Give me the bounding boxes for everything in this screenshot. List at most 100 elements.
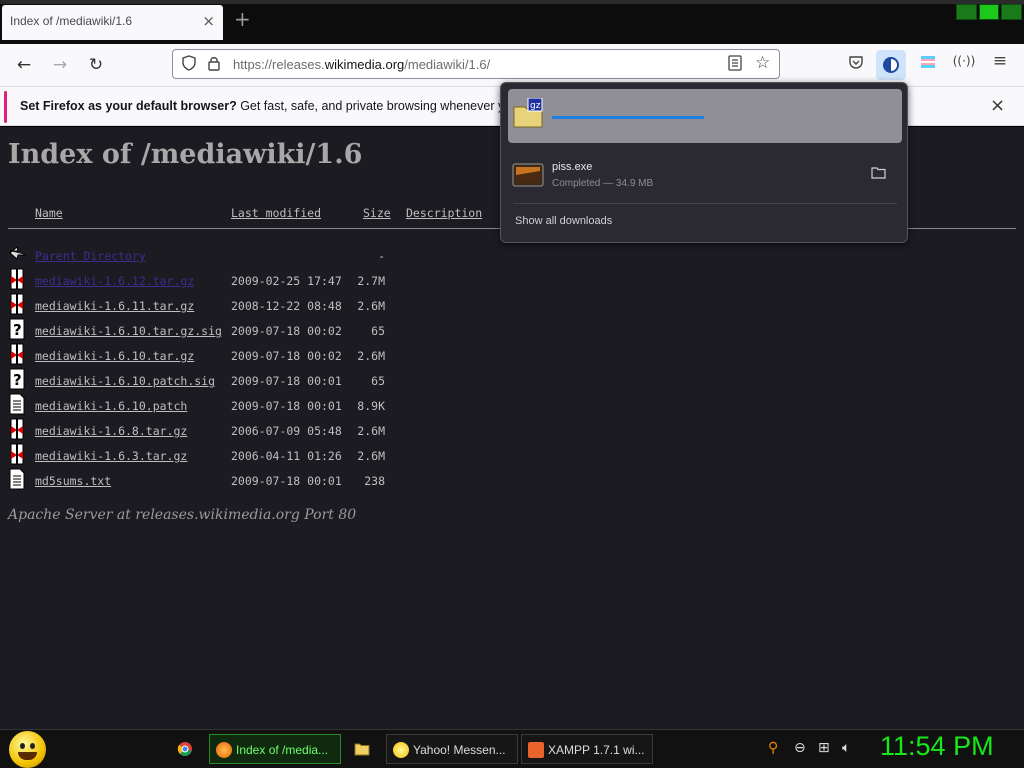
chrome-icon[interactable] — [177, 734, 197, 764]
file-link[interactable]: mediawiki-1.6.12.tar.gz — [35, 274, 194, 288]
xampp-icon — [528, 742, 544, 758]
back-icon[interactable]: ← — [12, 54, 36, 76]
close-window-button[interactable] — [1001, 4, 1023, 20]
file-link[interactable]: mediawiki-1.6.10.tar.gz.sig — [35, 324, 222, 338]
taskbar-item-yahoo-messenger[interactable]: Yahoo! Messen... — [386, 734, 518, 764]
smiley-eye — [20, 743, 25, 749]
archive-icon[interactable] — [8, 443, 26, 465]
table-row: mediawiki-1.6.8.tar.gz 2006-07-09 05:48 2.… — [0, 418, 1024, 442]
table-row: ? mediawiki-1.6.10.patch.sig 2009-07-18 00… — [0, 368, 1024, 392]
folder-icon[interactable] — [871, 166, 886, 183]
table-row: mediawiki-1.6.10.patch 2009-07-18 00:01 8.… — [0, 393, 1024, 417]
divider — [513, 203, 897, 204]
notification-message: Set Firefox as your default browser? Get… — [20, 99, 535, 113]
file-modified: 2006-07-09 05:48 — [231, 424, 342, 438]
minus-circle-icon[interactable]: ⊖ — [794, 740, 806, 756]
table-row: md5sums.txt 2009-07-18 00:01 238 — [0, 468, 1024, 492]
file-modified: 2008-12-22 08:48 — [231, 299, 342, 313]
shield-icon[interactable] — [181, 55, 197, 75]
unknown-file-icon[interactable]: ? — [8, 318, 26, 340]
url-bar[interactable]: https://releases.wikimedia.org/mediawiki… — [172, 49, 780, 79]
text-file-icon[interactable] — [8, 393, 26, 415]
new-tab-button[interactable]: + — [234, 9, 251, 29]
clock[interactable]: 11:54 PM — [880, 731, 994, 762]
file-link[interactable]: mediawiki-1.6.8.tar.gz — [35, 424, 187, 438]
server-signature: Apache Server at releases.wikimedia.org … — [8, 507, 357, 523]
download-item-completed[interactable]: piss.exe Completed — 34.9 MB — [508, 153, 902, 199]
download-filename: piss.exe — [552, 161, 593, 173]
file-link[interactable]: mediawiki-1.6.11.tar.gz — [35, 299, 194, 313]
table-row: mediawiki-1.6.12.tar.gz 2009-02-25 17:47 2… — [0, 268, 1024, 292]
trans-flag-icon[interactable] — [916, 54, 940, 74]
show-all-downloads-link[interactable]: Show all downloads — [515, 215, 612, 227]
file-size: 238 — [364, 474, 385, 488]
window-controls[interactable] — [956, 4, 1023, 20]
back-folder-icon[interactable] — [8, 243, 26, 265]
unknown-file-icon[interactable]: ? — [8, 368, 26, 390]
star-icon[interactable]: ☆ — [755, 53, 770, 73]
url-text[interactable]: https://releases.wikimedia.org/mediawiki… — [233, 57, 490, 72]
taskbar-item-firefox[interactable]: Index of /media... — [209, 734, 341, 764]
contrast-icon[interactable] — [876, 50, 906, 80]
file-modified: 2009-07-18 00:01 — [231, 474, 342, 488]
file-link[interactable]: mediawiki-1.6.10.patch — [35, 399, 187, 413]
file-modified: 2009-02-25 17:47 — [231, 274, 342, 288]
search-icon[interactable]: ⚲ — [768, 740, 778, 756]
start-button[interactable] — [9, 731, 46, 768]
tab-strip-border — [0, 0, 1024, 4]
file-size: 2.7M — [357, 274, 385, 288]
reader-view-icon[interactable] — [728, 55, 742, 75]
svg-text:?: ? — [13, 371, 22, 389]
archive-icon[interactable] — [8, 293, 26, 315]
tab-title: Index of /mediawiki/1.6 — [10, 14, 133, 28]
column-header-size[interactable]: Size — [363, 206, 391, 220]
volume-icon[interactable]: 🔈︎ — [842, 740, 850, 756]
notification-accent — [4, 91, 7, 123]
lock-icon[interactable] — [207, 55, 221, 75]
file-modified: 2009-07-18 00:02 — [231, 324, 342, 338]
navigation-toolbar: ← → ↻ https://releases.wikimedia.org/med… — [0, 44, 1024, 86]
file-link[interactable]: mediawiki-1.6.10.tar.gz — [35, 349, 194, 363]
column-header-description[interactable]: Description — [406, 206, 482, 220]
reload-icon[interactable]: ↻ — [84, 54, 108, 76]
file-link[interactable]: mediawiki-1.6.10.patch.sig — [35, 374, 215, 388]
tab-index-mediawiki[interactable]: Index of /mediawiki/1.6 × — [2, 5, 223, 40]
taskbar-item-label: XAMPP 1.7.1 wi... — [548, 743, 645, 757]
network-icon[interactable]: ⊞ — [818, 740, 830, 756]
column-header-modified[interactable]: Last modified — [231, 206, 321, 220]
taskbar-item-xampp[interactable]: XAMPP 1.7.1 wi... — [521, 734, 653, 764]
file-size: 2.6M — [357, 449, 385, 463]
archive-icon[interactable] — [8, 343, 26, 365]
archive-file-icon: gz — [513, 98, 543, 128]
archive-icon[interactable] — [8, 418, 26, 440]
taskbar-item-label: Yahoo! Messen... — [413, 743, 506, 757]
column-header-name[interactable]: Name — [35, 206, 63, 220]
close-icon[interactable]: × — [990, 95, 1005, 116]
download-item-active[interactable]: gz — [508, 89, 902, 143]
tab-close-icon[interactable]: × — [202, 12, 215, 30]
executable-file-icon — [512, 163, 544, 187]
file-size: 2.6M — [357, 424, 385, 438]
file-size: - — [378, 249, 385, 263]
minimize-button[interactable] — [956, 4, 977, 20]
file-link[interactable]: Parent Directory — [35, 249, 146, 263]
firefox-icon — [216, 742, 232, 758]
file-link[interactable]: md5sums.txt — [35, 474, 111, 488]
taskbar: Index of /media... Yahoo! Messen... XAMP… — [0, 729, 1024, 768]
archive-icon[interactable] — [8, 268, 26, 290]
text-file-icon[interactable] — [8, 468, 26, 490]
pocket-icon[interactable] — [844, 54, 868, 74]
extension-icon[interactable]: ((·)) — [952, 54, 976, 68]
svg-text:?: ? — [13, 321, 22, 339]
file-modified: 2009-07-18 00:02 — [231, 349, 342, 363]
file-size: 65 — [371, 374, 385, 388]
smiley-eye — [30, 743, 35, 749]
maximize-button[interactable] — [978, 4, 1000, 20]
table-row: ? mediawiki-1.6.10.tar.gz.sig 2009-07-18 0… — [0, 318, 1024, 342]
file-link[interactable]: mediawiki-1.6.3.tar.gz — [35, 449, 187, 463]
download-progress-bar — [552, 116, 704, 119]
file-manager-icon[interactable] — [354, 734, 374, 764]
downloads-panel: gz piss.exe Completed — 34.9 MB Show all… — [500, 82, 908, 243]
hamburger-menu-icon[interactable]: ≡ — [988, 51, 1012, 71]
forward-icon[interactable]: → — [48, 54, 72, 76]
